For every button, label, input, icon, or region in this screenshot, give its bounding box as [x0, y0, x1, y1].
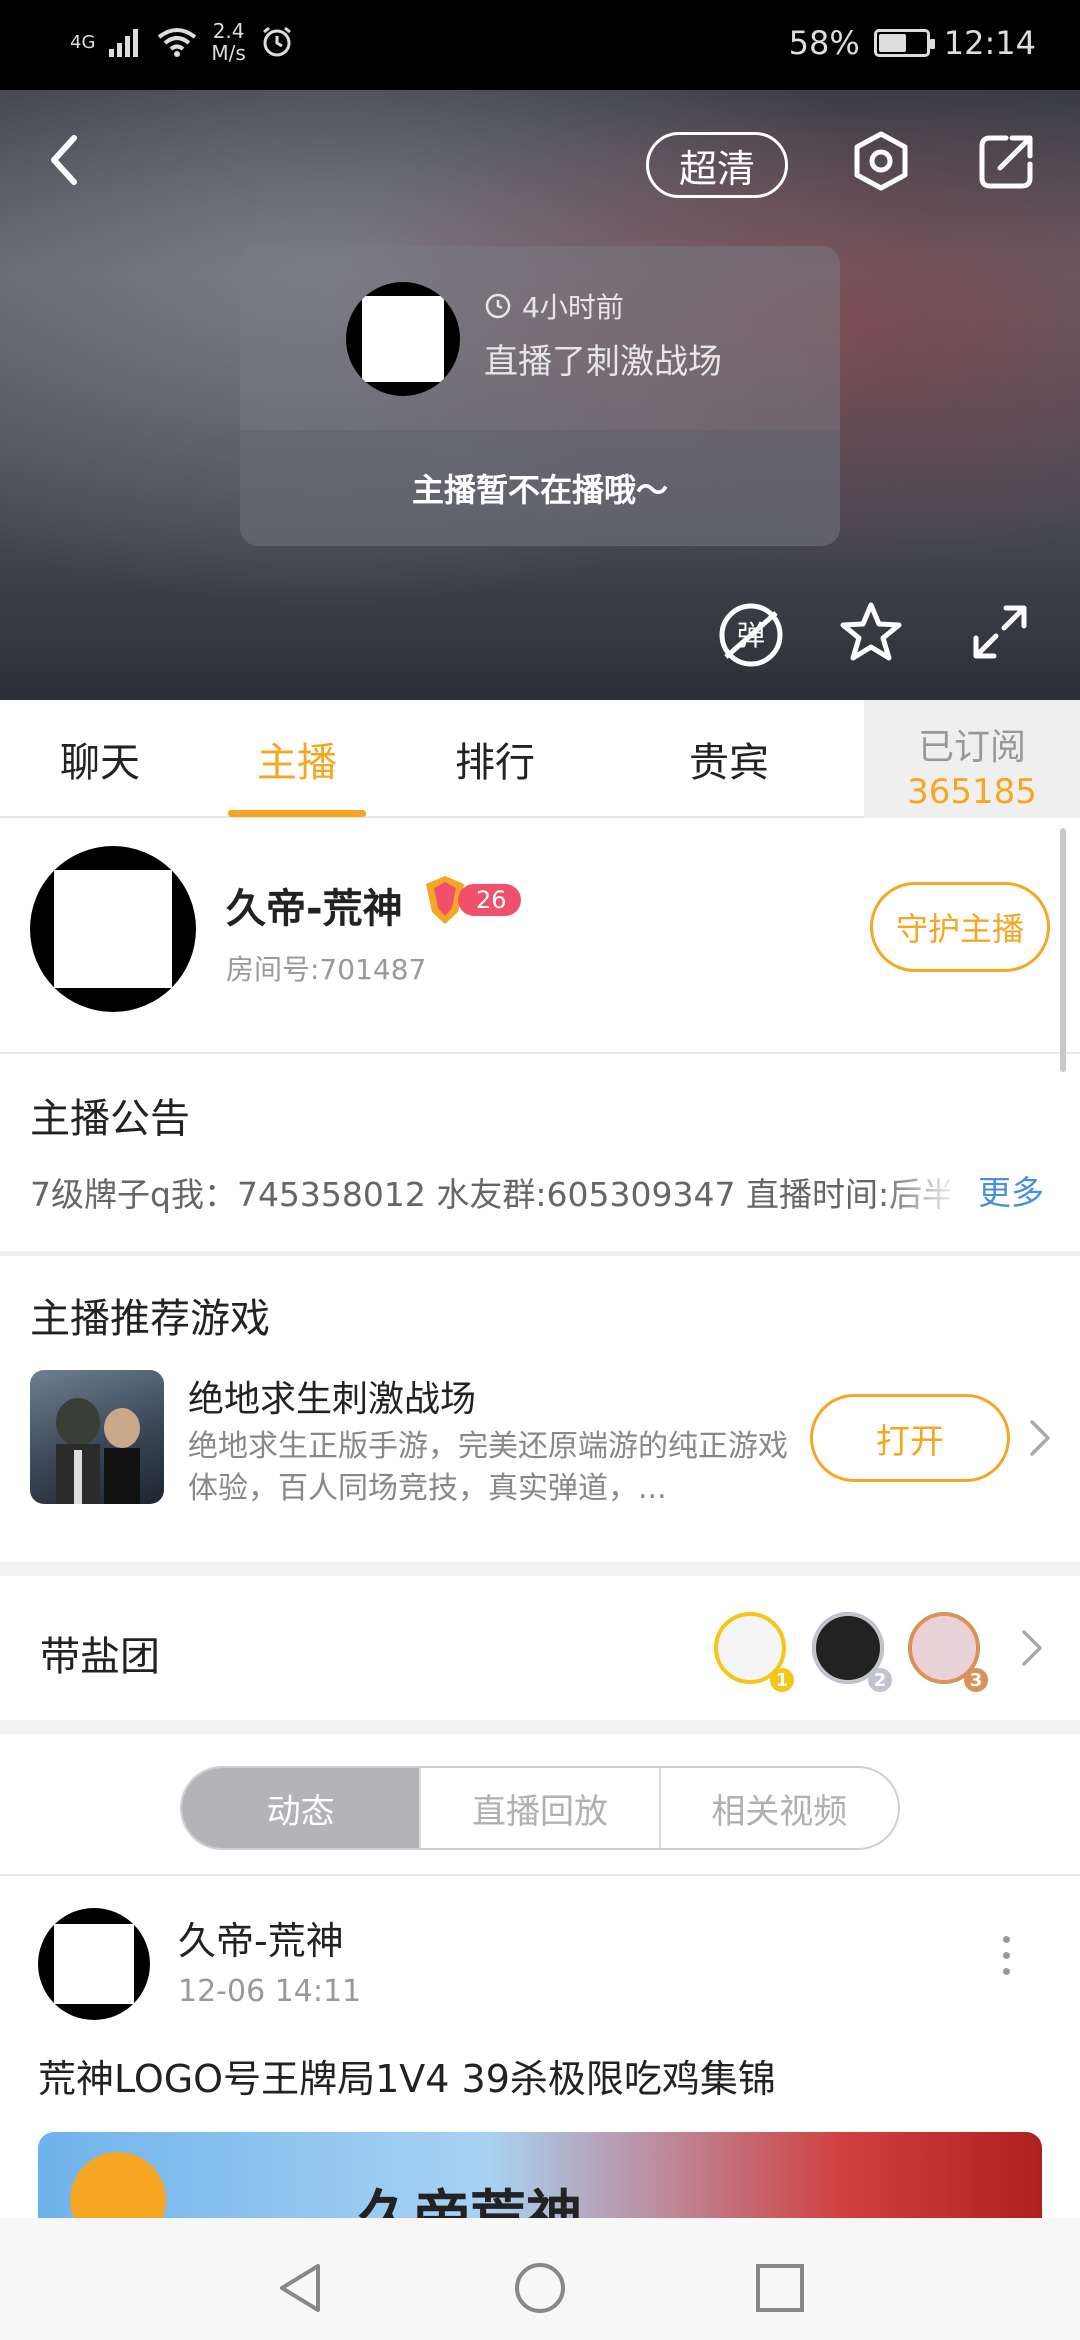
- danmaku-label: 弹: [737, 619, 765, 652]
- scrollbar[interactable]: [1060, 828, 1066, 1072]
- post-author[interactable]: 久帝-荒神: [178, 1910, 344, 1965]
- more-options-icon[interactable]: [996, 1936, 1016, 1986]
- post-cover-image[interactable]: 久帝荒神: [38, 2132, 1042, 2220]
- open-game-button[interactable]: 打开: [810, 1394, 1010, 1482]
- nav-recents-icon[interactable]: [750, 2258, 810, 2318]
- status-left: 4G 2.4 M/s: [70, 20, 294, 64]
- battery-percent: 58%: [788, 24, 860, 62]
- announcement-fade: [880, 1168, 960, 1218]
- game-thumbnail[interactable]: [30, 1370, 164, 1504]
- tab-anchor[interactable]: 主播: [228, 700, 366, 818]
- offline-card: 4小时前 直播了刺激战场 主播暂不在播哦～: [240, 246, 840, 546]
- status-right: 58% 12:14: [789, 24, 1036, 62]
- anchor-avatar[interactable]: [30, 846, 196, 1012]
- salt-group-title: 带盐团: [40, 1634, 160, 1680]
- fan-avatar-1[interactable]: 1: [714, 1612, 794, 1692]
- content-tabs: 动态 直播回放 相关视频: [180, 1766, 900, 1850]
- content-tabs-section: 动态 直播回放 相关视频: [0, 1734, 1080, 1876]
- more-link[interactable]: 更多: [978, 1166, 1044, 1214]
- post-author-avatar[interactable]: [38, 1908, 150, 2020]
- recommended-game-title: 主播推荐游戏: [30, 1296, 270, 1342]
- tab-indicator: [228, 810, 366, 817]
- fullscreen-icon[interactable]: [970, 602, 1030, 662]
- last-stream-desc: 直播了刺激战场: [484, 342, 722, 382]
- clock-icon: [485, 293, 511, 319]
- room-number: 房间号:701487: [226, 953, 427, 986]
- quality-button[interactable]: 超清: [646, 132, 788, 198]
- subscribe-label: 已订阅: [917, 727, 1026, 768]
- anchor-avatar-small: [346, 282, 460, 396]
- fan-avatar-2[interactable]: 2: [812, 1612, 892, 1692]
- clock: 12:14: [943, 24, 1036, 62]
- danmaku-toggle-icon[interactable]: 弹: [716, 600, 786, 670]
- offline-status: 主播暂不在播哦～: [240, 430, 840, 546]
- fan-avatar-3[interactable]: 3: [908, 1612, 988, 1692]
- last-live-time: 4小时前: [484, 286, 624, 326]
- battery-fill: [878, 34, 906, 52]
- signal-icon: [109, 29, 139, 57]
- tab-replays[interactable]: 直播回放: [419, 1768, 658, 1848]
- wifi-icon: [158, 28, 197, 57]
- speed-unit: M/s: [211, 41, 246, 65]
- status-bar: 4G 2.4 M/s 58% 12:14: [0, 0, 1080, 90]
- tab-related-videos[interactable]: 相关视频: [658, 1768, 898, 1848]
- share-icon[interactable]: [976, 132, 1036, 192]
- play-logo-icon: [70, 2152, 166, 2220]
- cover-text: 久帝荒神: [358, 2185, 582, 2220]
- chevron-right-icon[interactable]: [1016, 1626, 1046, 1670]
- alarm-icon: [262, 26, 291, 57]
- battery-icon: [873, 29, 935, 57]
- anchor-name: 久帝-荒神: [226, 886, 403, 932]
- speed-value: 2.4: [212, 19, 245, 43]
- system-nav-bar: [0, 2218, 1080, 2340]
- offline-card-header: 4小时前 直播了刺激战场: [240, 246, 840, 430]
- recommended-game-section: 主播推荐游戏 绝地求生刺激战场 绝地求生正版手游，完美还原端游的纯正游戏体验，百…: [0, 1260, 1080, 1560]
- guard-anchor-button[interactable]: 守护主播: [870, 882, 1050, 972]
- favorite-star-icon[interactable]: [838, 600, 904, 666]
- nav-home-icon[interactable]: [510, 2258, 570, 2318]
- anchor-info: 久帝-荒神 26 房间号:701487 守护主播: [0, 820, 1080, 1054]
- game-description: 绝地求生正版手游，完美还原端游的纯正游戏体验，百人同场竞技，真实弹道，...: [188, 1429, 788, 1506]
- level-number: 26: [458, 884, 521, 916]
- section-divider: [0, 1562, 1080, 1576]
- tab-rank[interactable]: 排行: [426, 700, 564, 818]
- section-divider: [0, 1720, 1080, 1734]
- network-type: 4G: [70, 31, 96, 53]
- tab-vip[interactable]: 贵宾: [660, 700, 798, 818]
- subscribe-button[interactable]: 已订阅 365185: [864, 700, 1080, 818]
- video-player[interactable]: 超清 4小时前 直播了刺激战场 主播暂不在播哦～ 弹: [0, 90, 1080, 700]
- game-characters-image: [56, 1398, 140, 1504]
- tab-chat[interactable]: 聊天: [30, 700, 170, 818]
- feed-post[interactable]: 久帝-荒神 12-06 14:11 荒神LOGO号王牌局1V4 39杀极限吃鸡集…: [0, 1880, 1080, 2220]
- tab-bar: 聊天 主播 排行 贵宾 已订阅 365185: [0, 700, 1080, 818]
- level-badge: 26: [420, 872, 521, 928]
- nav-back-icon[interactable]: [270, 2258, 330, 2318]
- post-title[interactable]: 荒神LOGO号王牌局1V4 39杀极限吃鸡集锦: [38, 2048, 776, 2103]
- tab-feed[interactable]: 动态: [182, 1768, 420, 1848]
- chevron-right-icon[interactable]: [1024, 1416, 1054, 1460]
- announcement-title: 主播公告: [30, 1096, 190, 1142]
- announcement-section: 主播公告 7级牌子q我：745358012 水友群:605309347 直播时间…: [0, 1056, 1080, 1256]
- fan-rank-2: 2: [868, 1668, 892, 1692]
- network-speed: 2.4 M/s: [211, 20, 245, 64]
- fan-rank-1: 1: [770, 1668, 794, 1692]
- subscribe-count: 365185: [907, 772, 1037, 812]
- fan-rank-3: 3: [964, 1668, 988, 1692]
- salt-group-section[interactable]: 带盐团 1 2 3: [0, 1578, 1080, 1720]
- settings-icon[interactable]: [850, 130, 912, 192]
- time-ago: 4小时前: [522, 291, 624, 324]
- back-icon[interactable]: [40, 130, 90, 190]
- announcement-text: 7级牌子q我：745358012 水友群:605309347 直播时间:后半夜: [30, 1175, 950, 1214]
- game-name: 绝地求生刺激战场: [188, 1379, 477, 1420]
- post-time: 12-06 14:11: [178, 1974, 362, 2009]
